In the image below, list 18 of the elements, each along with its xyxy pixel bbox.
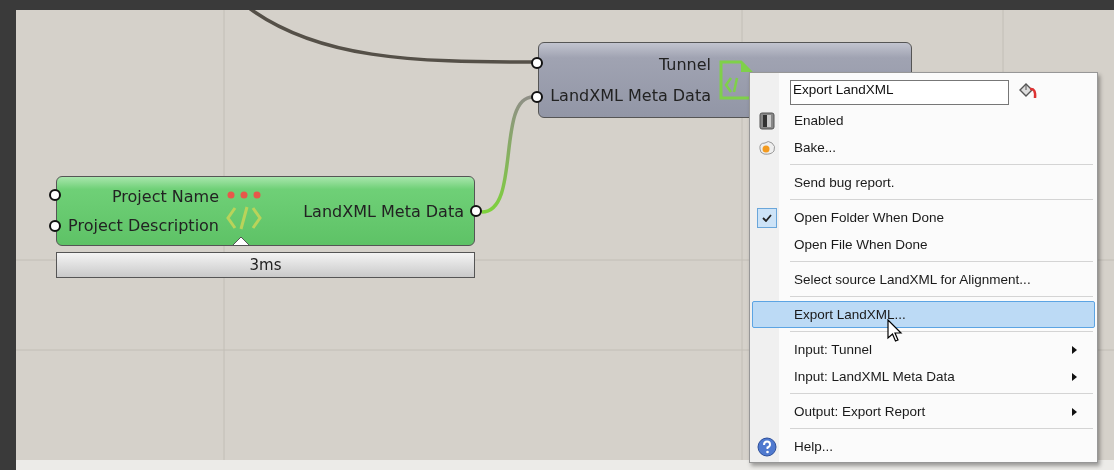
menu-item[interactable]: Input: LandXML Meta Data [752, 363, 1095, 390]
menu-item[interactable]: Output: Export Report [752, 398, 1095, 425]
menu-item[interactable]: Export LandXML... [752, 301, 1095, 328]
profiler-bar: 3ms [56, 252, 475, 278]
menu-item[interactable]: Send bug report. [752, 169, 1095, 196]
input-label: Project Name [111, 187, 219, 206]
menu-item[interactable]: Select source LandXML for Alignment... [752, 266, 1095, 293]
output-label: LandXML Meta Data [303, 201, 464, 221]
menu-item[interactable]: Input: Tunnel [752, 336, 1095, 363]
menu-item[interactable]: Bake... [752, 134, 1095, 161]
name-field[interactable]: Export LandXML [790, 79, 1009, 105]
input-label: Project Description [68, 216, 219, 235]
menu-item[interactable]: Help... [752, 433, 1095, 460]
node-body[interactable]: Project Name Project Description LandXML Meta Data [56, 176, 475, 246]
menu-item[interactable]: Open Folder When Done [752, 204, 1095, 231]
input-label: LandXML Meta Data [550, 86, 711, 105]
input-label: Tunnel [658, 55, 711, 74]
menu-item[interactable]: Open File When Done [752, 231, 1095, 258]
